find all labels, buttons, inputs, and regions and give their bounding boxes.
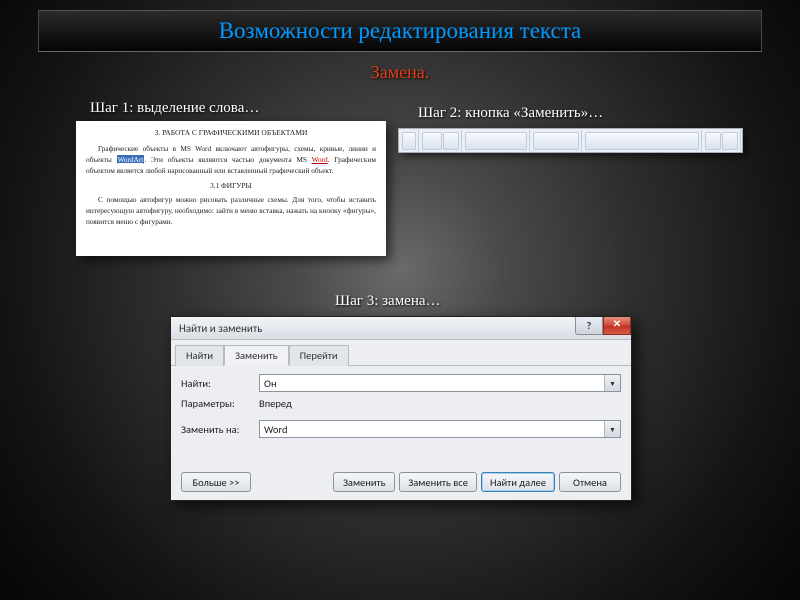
ribbon-group bbox=[463, 130, 530, 151]
ribbon-group bbox=[583, 130, 702, 151]
tab-goto[interactable]: Перейти bbox=[289, 345, 349, 366]
doc-paragraph-1: Графические объекты в MS Word включают а… bbox=[86, 143, 376, 177]
dialog-titlebar: Найти и заменить ✕ bbox=[171, 317, 631, 340]
ribbon-item bbox=[533, 132, 579, 150]
replace-all-button[interactable]: Заменить все bbox=[399, 472, 477, 492]
slide-subtitle: Замена. bbox=[0, 62, 800, 83]
dialog-form: Найти: Он ▼ Параметры: Вперед Заменить н… bbox=[171, 366, 631, 447]
row-find: Найти: Он ▼ bbox=[181, 374, 621, 392]
find-next-button[interactable]: Найти далее bbox=[481, 472, 555, 492]
ribbon-item bbox=[705, 132, 721, 150]
window-buttons: ✕ bbox=[575, 317, 631, 334]
dialog-button-row: Больше >> Заменить Заменить все Найти да… bbox=[171, 472, 631, 492]
ribbon-group bbox=[420, 130, 462, 151]
dropdown-icon[interactable]: ▼ bbox=[604, 421, 620, 437]
ribbon-item bbox=[585, 132, 699, 150]
selected-word: WordArt bbox=[117, 155, 145, 164]
row-params: Параметры: Вперед bbox=[181, 397, 621, 410]
ribbon-group bbox=[400, 130, 419, 151]
params-value: Вперед bbox=[259, 397, 292, 410]
doc-heading-1: 3. РАБОТА С ГРАФИЧЕСКИМИ ОБЪЕКТАМИ bbox=[86, 127, 376, 139]
step2-label: Шаг 2: кнопка «Заменить»… bbox=[418, 105, 603, 122]
title-bar: Возможности редактирования текста bbox=[38, 10, 762, 52]
find-replace-dialog: Найти и заменить ✕ Найти Заменить Перейт… bbox=[170, 316, 632, 501]
dialog-title: Найти и заменить bbox=[179, 322, 262, 335]
label-find: Найти: bbox=[181, 377, 259, 390]
word-document-excerpt: 3. РАБОТА С ГРАФИЧЕСКИМИ ОБЪЕКТАМИ Графи… bbox=[76, 121, 386, 256]
cancel-button[interactable]: Отмена bbox=[559, 472, 621, 492]
label-replace-with: Заменить на: bbox=[181, 423, 259, 436]
ribbon-group bbox=[531, 130, 582, 151]
find-input[interactable]: Он ▼ bbox=[259, 374, 621, 392]
word-ribbon-thumbnail bbox=[398, 128, 743, 153]
ribbon-item bbox=[402, 132, 416, 150]
replace-button[interactable]: Заменить bbox=[333, 472, 395, 492]
replace-input[interactable]: Word ▼ bbox=[259, 420, 621, 438]
slide-title: Возможности редактирования текста bbox=[219, 18, 582, 44]
step3-label: Шаг 3: замена… bbox=[335, 293, 441, 310]
row-replace: Заменить на: Word ▼ bbox=[181, 420, 621, 438]
dropdown-icon[interactable]: ▼ bbox=[604, 375, 620, 391]
underlined-word: Word bbox=[312, 155, 328, 164]
close-icon: ✕ bbox=[613, 319, 621, 330]
ribbon-item bbox=[722, 132, 738, 150]
label-params: Параметры: bbox=[181, 397, 259, 410]
tab-find[interactable]: Найти bbox=[175, 345, 224, 366]
doc-paragraph-2: С помощью автофигур можно рисовать разли… bbox=[86, 194, 376, 228]
ribbon-item bbox=[443, 132, 459, 150]
ribbon-item bbox=[465, 132, 527, 150]
ribbon-group bbox=[703, 130, 741, 151]
ribbon-item bbox=[422, 132, 442, 150]
doc-heading-2: 3.1 ФИГУРЫ bbox=[86, 180, 376, 191]
find-input-value: Он bbox=[264, 377, 277, 390]
help-button[interactable] bbox=[575, 317, 603, 335]
more-button[interactable]: Больше >> bbox=[181, 472, 251, 492]
replace-input-value: Word bbox=[264, 423, 287, 436]
tab-replace[interactable]: Заменить bbox=[224, 345, 289, 366]
dialog-tabs: Найти Заменить Перейти bbox=[171, 340, 631, 366]
close-button[interactable]: ✕ bbox=[603, 317, 631, 335]
step1-label: Шаг 1: выделение слова… bbox=[90, 100, 259, 117]
slide: Возможности редактирования текста Замена… bbox=[0, 0, 800, 600]
